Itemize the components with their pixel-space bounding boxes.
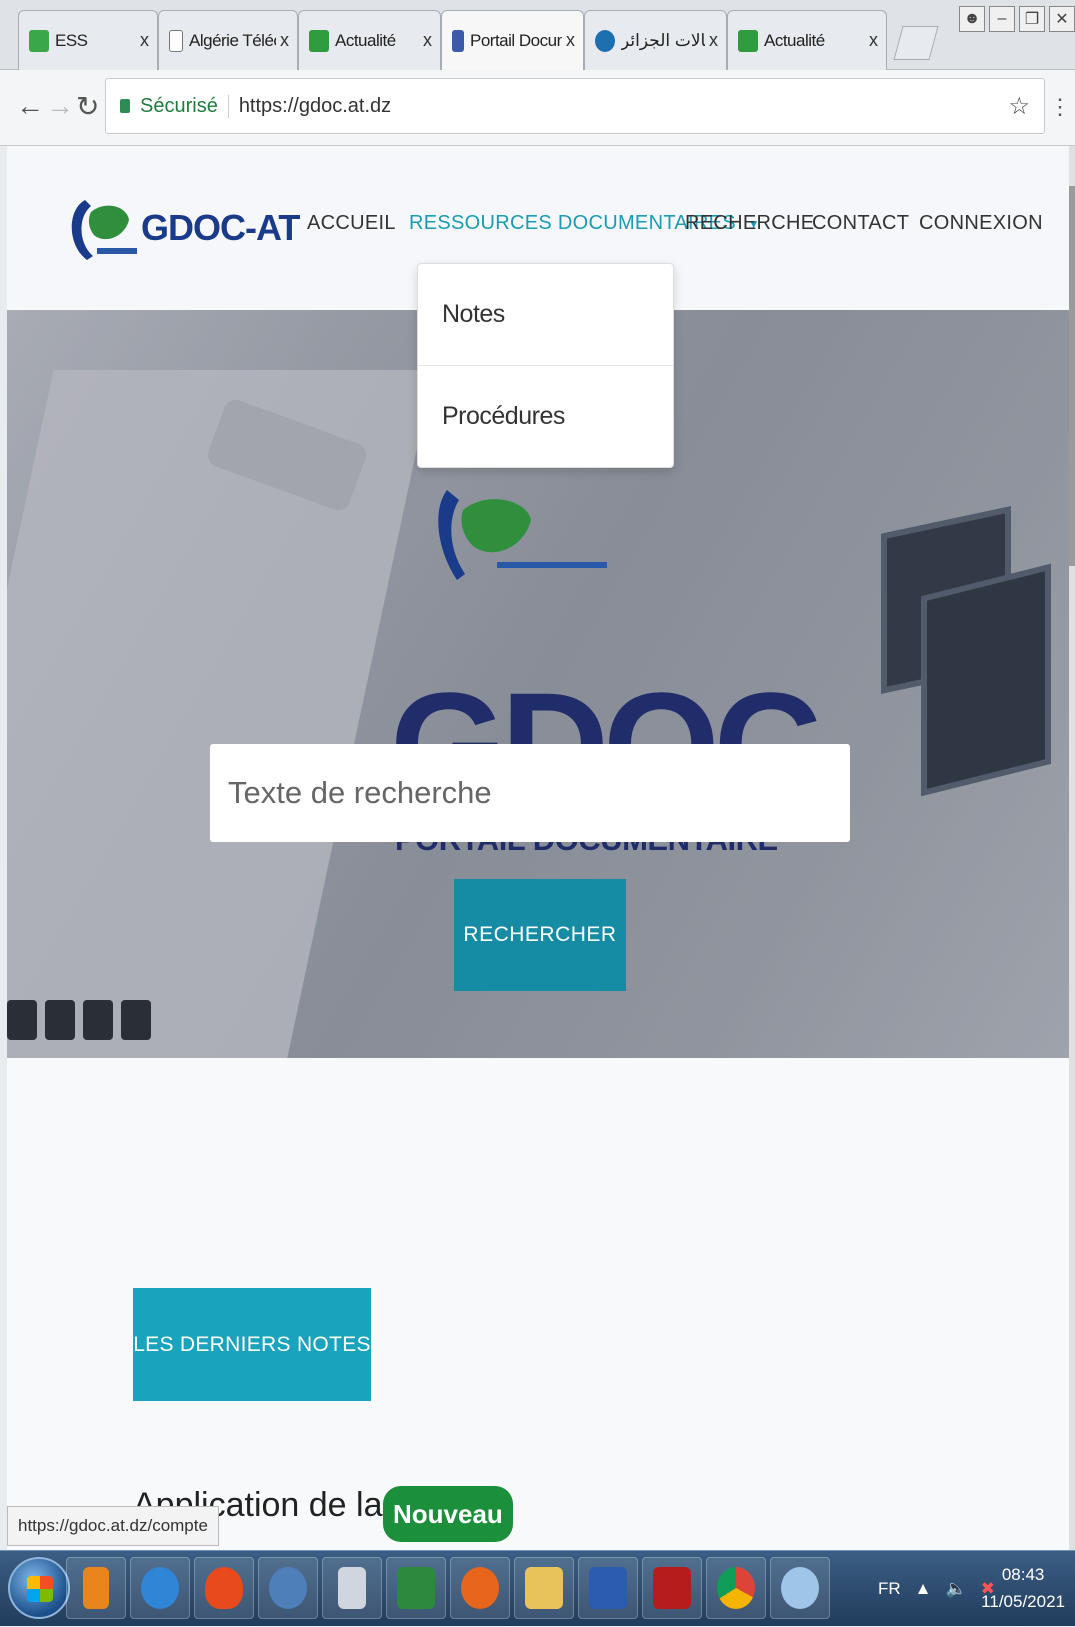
thunderbird-icon <box>269 1567 307 1609</box>
taskbar-app-acrobat[interactable] <box>642 1557 702 1619</box>
bookmark-star-icon[interactable]: ☆ <box>1008 92 1030 121</box>
tab-label: اتصالات الجزائر <box>621 30 705 50</box>
new-badge: Nouveau <box>383 1486 513 1542</box>
tab-close-icon[interactable]: x <box>566 30 575 51</box>
page-favicon-icon <box>169 29 183 52</box>
firefox-icon <box>461 1567 499 1609</box>
address-bar[interactable]: Sécurisé https://gdoc.at.dz ☆ <box>105 78 1045 134</box>
back-arrow-icon[interactable]: ← <box>16 90 44 122</box>
tab-label: Actualité <box>335 30 396 50</box>
tab-algerie-telecom[interactable]: Algérie Téléco x <box>158 10 298 70</box>
ressources-dropdown-menu: Notes Procédures <box>417 263 674 468</box>
page-scrollbar-thumb[interactable] <box>1069 186 1075 566</box>
page-viewport: GDOC-AT ACCUEIL RESSOURCES DOCUMENTAIRES… <box>7 146 1071 1550</box>
calculator-icon <box>338 1567 366 1609</box>
tab-label: Actualité <box>764 30 825 50</box>
system-tray: FR ▲ 🔈 ✖ <box>878 1551 995 1627</box>
menu-kebab-icon[interactable]: ⋮ <box>1049 94 1071 120</box>
volume-icon[interactable]: 🔈 <box>946 1579 967 1599</box>
tab-close-icon[interactable]: x <box>140 30 149 51</box>
hero-logo-mark-icon <box>438 490 607 580</box>
forward-arrow-icon[interactable]: → <box>46 90 74 122</box>
reload-icon[interactable]: ↻ <box>76 90 99 123</box>
lock-icon <box>120 99 130 113</box>
excel-icon <box>397 1567 435 1609</box>
link-status-bar: https://gdoc.at.dz/compte <box>7 1506 219 1546</box>
nav-recherche[interactable]: RECHERCHE <box>685 212 814 235</box>
acrobat-icon <box>653 1567 691 1609</box>
windows-logo-icon <box>27 1576 53 1602</box>
taskbar-app-chrome[interactable] <box>706 1557 766 1619</box>
hero-background-keyboard <box>7 1000 151 1040</box>
tab-ess[interactable]: ESS x <box>18 10 158 70</box>
taskbar-app-paint[interactable] <box>770 1557 830 1619</box>
taskbar-app-word[interactable] <box>578 1557 638 1619</box>
url-text[interactable]: https://gdoc.at.dz <box>229 95 1009 118</box>
taskbar-app-calculator[interactable] <box>322 1557 382 1619</box>
nav-accueil[interactable]: ACCUEIL <box>307 212 396 235</box>
chrome-icon <box>717 1567 755 1609</box>
taskbar-app-ie[interactable] <box>130 1557 190 1619</box>
site-logo[interactable]: GDOC-AT <box>65 190 300 266</box>
tab-algerie-telecom-ar[interactable]: اتصالات الجزائر x <box>584 10 727 70</box>
dropdown-item-procedures[interactable]: Procédures <box>418 365 673 466</box>
tab-label: Algérie Téléco <box>189 30 276 50</box>
browser-toolbar: ← → ↻ Sécurisé https://gdoc.at.dz ☆ ⋮ <box>0 70 1075 146</box>
taskbar-app-thunderbird[interactable] <box>258 1557 318 1619</box>
dropdown-item-notes[interactable]: Notes <box>418 264 673 365</box>
clock-time: 08:43 <box>1001 1565 1045 1584</box>
taskbar-clock[interactable]: 08:43 11/05/2021 <box>981 1561 1065 1615</box>
taskbar-app-firefox[interactable] <box>450 1557 510 1619</box>
tray-expand-icon[interactable]: ▲ <box>915 1579 932 1599</box>
portail-favicon-icon <box>452 29 464 52</box>
internet-explorer-icon <box>141 1567 179 1609</box>
windows-taskbar: FR ▲ 🔈 ✖ 08:43 11/05/2021 <box>0 1550 1075 1626</box>
search-input[interactable] <box>210 744 850 842</box>
ess-favicon-icon <box>29 29 49 52</box>
nav-connexion[interactable]: CONNEXION <box>919 212 1043 235</box>
tab-label: ESS <box>55 30 88 50</box>
tab-portail-documentaire[interactable]: Portail Docum x <box>441 10 584 70</box>
tab-label: Portail Docum <box>470 30 562 50</box>
folder-icon <box>525 1567 563 1609</box>
s-favicon-icon <box>738 29 758 52</box>
user-icon[interactable]: ☻ <box>959 6 985 32</box>
search-button[interactable]: RECHERCHER <box>454 879 626 991</box>
tab-close-icon[interactable]: x <box>423 30 432 51</box>
taskbar-app-media[interactable] <box>66 1557 126 1619</box>
new-tab-button[interactable] <box>893 26 939 60</box>
flame-app-icon <box>205 1567 243 1609</box>
word-icon <box>589 1567 627 1609</box>
media-player-icon <box>83 1567 109 1609</box>
close-window-icon[interactable]: ✕ <box>1049 6 1075 32</box>
tab-actualite-1[interactable]: Actualité x <box>298 10 441 70</box>
restore-icon[interactable]: ❐ <box>1019 6 1045 32</box>
minimize-icon[interactable]: – <box>989 6 1015 32</box>
algerie-telecom-logo-icon <box>71 200 137 260</box>
taskbar-app-excel[interactable] <box>386 1557 446 1619</box>
site-logo-text: GDOC-AT <box>141 207 300 248</box>
tab-close-icon[interactable]: x <box>709 30 718 51</box>
nav-contact[interactable]: CONTACT <box>812 212 909 235</box>
clock-date: 11/05/2021 <box>981 1592 1065 1611</box>
tab-actualite-2[interactable]: Actualité x <box>727 10 887 70</box>
start-button[interactable] <box>8 1557 70 1619</box>
taskbar-app-explorer[interactable] <box>514 1557 574 1619</box>
tab-close-icon[interactable]: x <box>869 30 878 51</box>
tab-close-icon[interactable]: x <box>280 30 289 51</box>
s-favicon-icon <box>309 29 329 52</box>
at-favicon-icon <box>595 29 615 52</box>
taskbar-app-firefox-old[interactable] <box>194 1557 254 1619</box>
window-controls: ☻ – ❐ ✕ <box>959 6 1075 32</box>
language-indicator[interactable]: FR <box>878 1579 901 1599</box>
tab-strip: ESS x Algérie Téléco x Actualité x Porta… <box>0 0 1075 70</box>
paint-icon <box>781 1567 819 1609</box>
security-indicator[interactable]: Sécurisé <box>140 94 229 118</box>
latest-notes-button[interactable]: LES DERNIERS NOTES <box>133 1288 371 1401</box>
